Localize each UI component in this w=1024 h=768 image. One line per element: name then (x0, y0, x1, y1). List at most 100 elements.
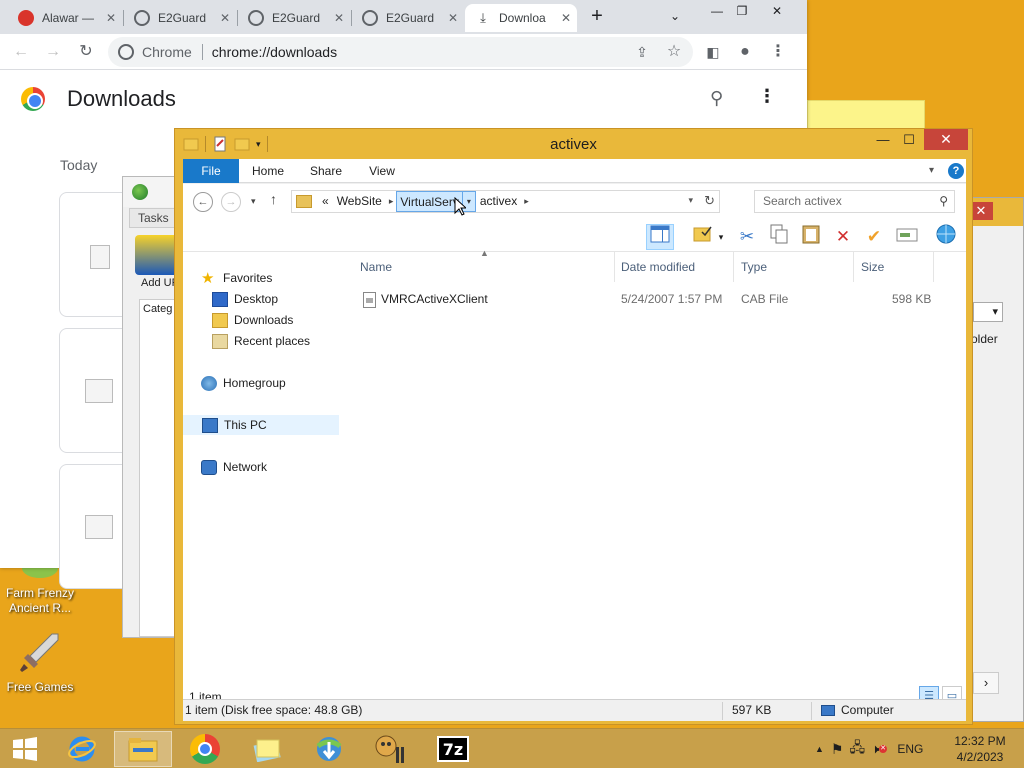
window-title: activex (550, 136, 597, 153)
selection-size: 597 KB (732, 703, 772, 717)
preview-pane-icon[interactable] (646, 224, 674, 250)
taskbar-idm[interactable] (300, 731, 358, 767)
forward-arrow-icon[interactable]: → (41, 40, 65, 64)
column-header-type[interactable]: Type (734, 252, 854, 282)
minimize-button[interactable]: — (869, 129, 897, 150)
refresh-icon[interactable]: ↻ (704, 193, 715, 209)
nav-item-homegroup[interactable]: Homegroup (183, 373, 339, 393)
breadcrumb-separator-icon[interactable]: ▸ (521, 196, 532, 207)
rename-icon[interactable] (893, 224, 921, 250)
divider (722, 702, 723, 720)
network-status-icon[interactable]: 🖧 (849, 737, 865, 761)
tab-e2guardian-3[interactable]: E2Guard ✕ (352, 4, 464, 32)
taskbar-7zip[interactable]: 7z (424, 731, 482, 767)
close-icon[interactable]: ✕ (220, 11, 230, 25)
idm-icon (316, 737, 342, 761)
share-icon[interactable]: ⇪ (630, 40, 654, 64)
chevron-down-icon[interactable]: ▾ (929, 165, 934, 176)
tab-search-button[interactable]: ⌄ (660, 5, 690, 27)
help-icon[interactable]: ? (948, 163, 964, 179)
nav-item-downloads[interactable]: Downloads (183, 310, 339, 330)
paste-icon[interactable] (797, 224, 825, 250)
address-bar[interactable]: Chrome chrome://downloads (108, 37, 693, 67)
taskbar-chrome[interactable] (176, 731, 234, 767)
new-tab-button[interactable]: + (582, 5, 612, 27)
scroll-right-icon[interactable]: › (973, 672, 999, 694)
nav-item-desktop[interactable]: Desktop (183, 289, 339, 309)
nav-label: Recent places (234, 334, 311, 348)
nav-item-favorites[interactable]: ★ Favorites (183, 268, 339, 288)
taskbar-sticky-notes[interactable] (238, 731, 296, 767)
close-icon[interactable]: ✕ (924, 129, 968, 150)
input-language[interactable]: ENG (897, 742, 923, 756)
breadcrumb-separator-icon[interactable]: ▸ (386, 196, 397, 207)
tab-view[interactable]: View (360, 159, 404, 183)
network-icon (201, 459, 217, 475)
chevron-down-icon[interactable]: ▾ (713, 224, 729, 250)
address-history-icon[interactable]: ▾ (688, 195, 693, 206)
up-arrow-icon[interactable]: ↑ (270, 191, 277, 207)
system-clock[interactable]: 12:32 PM 4/2/2023 (944, 733, 1016, 765)
taskbar-internet-explorer[interactable] (53, 731, 111, 767)
action-center-flag-icon[interactable]: ⚑ (831, 741, 844, 758)
checkmark-icon[interactable]: ✔ (860, 224, 888, 250)
clock-date: 4/2/2023 (956, 750, 1004, 764)
globe-icon[interactable] (932, 224, 960, 250)
desktop-icon-free-games[interactable]: Free Games (0, 630, 80, 695)
tab-file[interactable]: File (183, 159, 239, 183)
address-chip: Chrome (142, 44, 192, 60)
cut-icon[interactable]: ✂ (733, 224, 761, 250)
volume-muted-icon[interactable]: 🕨 ✕ (871, 741, 888, 757)
close-icon[interactable]: ✕ (334, 11, 344, 25)
address-url[interactable]: chrome://downloads (212, 44, 337, 60)
bookmark-star-icon[interactable]: ☆ (662, 40, 686, 64)
column-header-size[interactable]: Size (854, 252, 934, 282)
tab-home[interactable]: Home (245, 159, 291, 183)
back-arrow-icon[interactable]: ← (193, 192, 213, 212)
back-arrow-icon[interactable]: ← (9, 40, 33, 64)
nav-label: Homegroup (223, 376, 286, 390)
delete-icon[interactable]: ✕ (829, 224, 857, 250)
add-url-icon[interactable] (135, 235, 179, 275)
sticky-note[interactable] (807, 100, 925, 130)
nav-item-recent-places[interactable]: Recent places (183, 331, 339, 351)
close-icon[interactable]: ✕ (106, 11, 116, 25)
reload-icon[interactable]: ↻ (74, 40, 98, 64)
close-icon[interactable]: ✕ (448, 11, 458, 25)
search-icon[interactable]: ⚲ (710, 88, 723, 109)
taskbar-file-explorer[interactable] (114, 731, 172, 767)
chevron-down-icon[interactable]: ▾ (973, 302, 1003, 322)
tab-share[interactable]: Share (301, 159, 351, 183)
address-bar[interactable]: « WebSite ▸ VirtualServ ▾ activex ▸ ▾ ↻ (291, 190, 720, 213)
ribbon-tabs: File Home Share View ▾ ? (183, 159, 966, 183)
sticky-notes-icon (253, 739, 281, 762)
breadcrumb-virtualserver[interactable]: VirtualServ (396, 191, 463, 212)
chrome-menu-icon[interactable]: ⋮ (766, 40, 790, 64)
side-panel-icon[interactable]: ◧ (701, 40, 725, 64)
background-window-right[interactable]: ✕ ▾ older › (968, 197, 1024, 722)
close-icon[interactable]: ✕ (561, 11, 571, 25)
forward-arrow-icon[interactable]: → (221, 192, 241, 212)
nav-item-network[interactable]: Network (183, 457, 339, 477)
tab-downloads[interactable]: ⤓ Downloa ✕ (465, 4, 577, 32)
breadcrumb-website[interactable]: WebSite (333, 191, 386, 212)
close-window-button[interactable]: ✕ (762, 0, 792, 22)
recent-locations-icon[interactable]: ▾ (251, 196, 256, 207)
tab-alawar[interactable]: Alawar — ✕ (8, 4, 122, 32)
tab-e2guardian-2[interactable]: E2Guard ✕ (238, 4, 350, 32)
breadcrumb-activex[interactable]: activex (476, 191, 521, 212)
maximize-button[interactable]: ☐ (895, 129, 923, 150)
maximize-button[interactable]: ❐ (727, 0, 757, 22)
more-options-icon[interactable]: ⋮ (758, 86, 776, 107)
file-row[interactable]: VMRCActiveXClient 5/24/2007 1:57 PM CAB … (363, 289, 953, 311)
search-input[interactable]: Search activex ⚲ (754, 190, 955, 213)
copy-icon[interactable] (765, 224, 793, 250)
start-button[interactable] (2, 731, 48, 767)
nav-item-this-pc[interactable]: This PC (183, 415, 339, 435)
breadcrumb-overflow[interactable]: « (318, 191, 333, 212)
profile-avatar-icon[interactable]: ● (733, 40, 757, 64)
column-header-date[interactable]: Date modified (614, 252, 734, 282)
show-hidden-icons-icon[interactable]: ▲ (815, 744, 824, 754)
taskbar-game-app[interactable] (362, 731, 420, 767)
tab-e2guardian-1[interactable]: E2Guard ✕ (124, 4, 236, 32)
